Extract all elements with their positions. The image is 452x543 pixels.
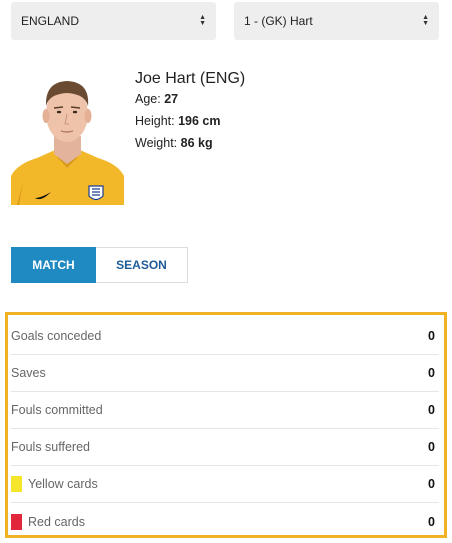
player-select[interactable]: 1 - (GK) Hart ▲ ▼ [234,2,439,40]
stat-yellow-cards: Yellow cards 0 [11,466,439,503]
player-age: Age: 27 [135,92,179,106]
player-height: Height: 196 cm [135,114,221,128]
yellow-card-icon [11,476,22,492]
player-name: Joe Hart (ENG) [135,70,246,87]
tab-season[interactable]: SEASON [96,247,188,283]
select-arrows-icon: ▲ ▼ [199,14,206,27]
player-info: Joe Hart (ENG) Age: 27 Height: 196 cm We… [135,70,245,158]
stat-fouls-suffered: Fouls suffered 0 [11,429,439,466]
team-select-value: ENGLAND [21,14,80,28]
player-photo [11,64,124,205]
stat-value: 0 [428,403,435,417]
stat-label: Fouls suffered [11,440,90,454]
team-select[interactable]: ENGLAND ▲ ▼ [11,2,216,40]
stat-label: Goals conceded [11,329,102,343]
stats-tabs: MATCH SEASON [11,247,188,283]
stat-value: 0 [428,514,435,529]
tab-match[interactable]: MATCH [11,247,96,283]
stat-label: Saves [11,366,46,380]
stat-value: 0 [428,440,435,454]
stats-panel: Goals conceded 0 Saves 0 Fouls committed… [5,312,447,538]
stat-value: 0 [428,329,435,343]
stat-saves: Saves 0 [11,355,439,392]
stat-label: Yellow cards [28,477,98,491]
select-arrows-icon: ▲ ▼ [422,14,429,27]
stat-goals-conceded: Goals conceded 0 [11,318,439,355]
player-select-value: 1 - (GK) Hart [244,14,313,28]
stat-value: 0 [428,477,435,491]
stat-fouls-committed: Fouls committed 0 [11,392,439,429]
player-photo-illustration [11,81,124,205]
stat-label: Fouls committed [11,403,103,417]
stat-value: 0 [428,366,435,380]
player-weight: Weight: 86 kg [135,136,213,150]
stat-red-cards: Red cards 0 [11,503,439,540]
stat-label: Red cards [28,514,85,529]
red-card-icon [11,513,22,530]
